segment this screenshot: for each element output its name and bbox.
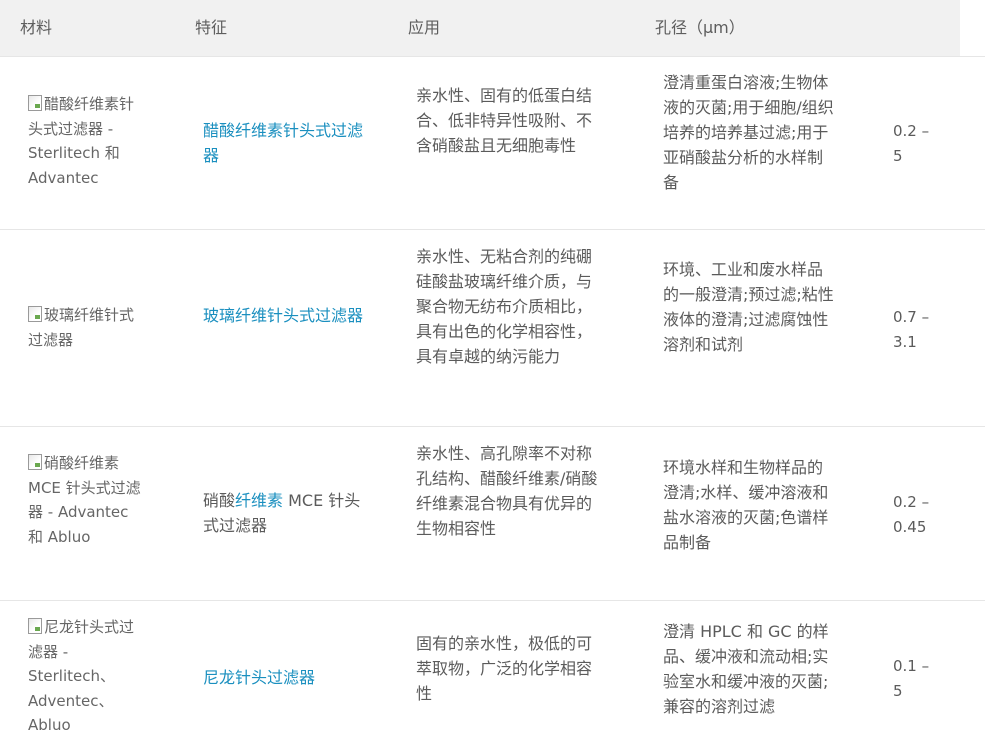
image-alt-text: 醋酸纤维素针头式过滤器 - Sterlitech 和 Advantec [28,95,135,187]
feature-cell: 硝酸纤维素 MCE 针头式过滤器 [203,488,363,538]
broken-image-icon [28,454,42,470]
properties-cell: 亲水性、固有的低蛋白结合、低非特异性吸附、不含硝酸盐且无细胞毒性 [416,86,593,155]
pore-size-cell: 0.2 – 0.45 [893,493,930,536]
broken-image-icon [28,618,42,634]
product-link[interactable]: 纤维素 [235,491,283,510]
pore-size-cell: 0.7 – 3.1 [893,308,930,351]
feature-cell: 玻璃纤维针头式过滤器 [203,303,363,328]
table-row: 尼龙针头式过滤器 - Sterlitech、Adventec、Abluo 尼龙针… [0,600,985,755]
product-image-placeholder: 硝酸纤维素 MCE 针头式过滤器 - Advantec 和 Abluo [28,451,148,549]
product-image-placeholder: 尼龙针头式过滤器 - Sterlitech、Adventec、Abluo [28,615,148,738]
properties-cell: 亲水性、无粘合剂的纯硼硅酸盐玻璃纤维介质，与聚合物无纺布介质相比，具有出色的化学… [416,247,593,366]
pore-size-cell: 0.1 – 5 [893,657,930,700]
header-pore: 孔径（μm） [655,18,745,37]
image-alt-text: 玻璃纤维针式过滤器 [28,306,135,349]
table-row: 硝酸纤维素 MCE 针头式过滤器 - Advantec 和 Abluo 硝酸纤维… [0,426,985,601]
application-cell: 环境水样和生物样品的澄清;水样、缓冲溶液和盐水溶液的灭菌;色谱样品制备 [663,458,829,552]
application-cell: 澄清 HPLC 和 GC 的样品、缓冲液和流动相;实验室水和缓冲液的灭菌;兼容的… [663,622,829,716]
broken-image-icon [28,95,42,111]
filter-table: 材料 特征 应用 孔径（μm） 醋酸纤维素针头式过滤器 - Sterlitech… [0,0,985,755]
application-cell: 环境、工业和废水样品的一般澄清;预过滤;粘性液体的澄清;过滤腐蚀性溶剂和试剂 [663,260,834,354]
product-link[interactable]: 尼龙针头过滤器 [203,668,315,687]
product-link[interactable]: 醋酸纤维素针头式过滤器 [203,121,363,165]
header-material: 材料 [20,18,53,37]
feature-cell: 醋酸纤维素针头式过滤器 [203,118,363,168]
image-alt-text: 尼龙针头式过滤器 - Sterlitech、Adventec、Abluo [28,618,135,734]
properties-cell: 固有的亲水性，极低的可萃取物，广泛的化学相容性 [416,634,593,703]
header-application: 应用 [408,18,441,37]
properties-cell: 亲水性、高孔隙率不对称孔结构、醋酸纤维素/硝酸纤维素混合物具有优异的生物相容性 [416,444,598,538]
product-image-placeholder: 醋酸纤维素针头式过滤器 - Sterlitech 和 Advantec [28,92,148,190]
feature-cell: 尼龙针头过滤器 [203,665,363,690]
table-row: 玻璃纤维针式过滤器 玻璃纤维针头式过滤器 亲水性、无粘合剂的纯硼硅酸盐玻璃纤维介… [0,229,985,427]
application-cell: 澄清重蛋白溶液;生物体液的灭菌;用于细胞/组织培养的培养基过滤;用于亚硝酸盐分析… [663,73,834,192]
table-row: 醋酸纤维素针头式过滤器 - Sterlitech 和 Advantec 醋酸纤维… [0,56,985,230]
pore-size-cell: 0.2 – 5 [893,122,930,165]
feature-prefix: 硝酸 [203,491,236,510]
product-link[interactable]: 玻璃纤维针头式过滤器 [203,306,363,325]
product-image-placeholder: 玻璃纤维针式过滤器 [28,303,148,352]
header-feature: 特征 [195,18,228,37]
table-header: 材料 特征 应用 孔径（μm） [0,0,960,56]
broken-image-icon [28,306,42,322]
image-alt-text: 硝酸纤维素 MCE 针头式过滤器 - Advantec 和 Abluo [28,454,141,546]
